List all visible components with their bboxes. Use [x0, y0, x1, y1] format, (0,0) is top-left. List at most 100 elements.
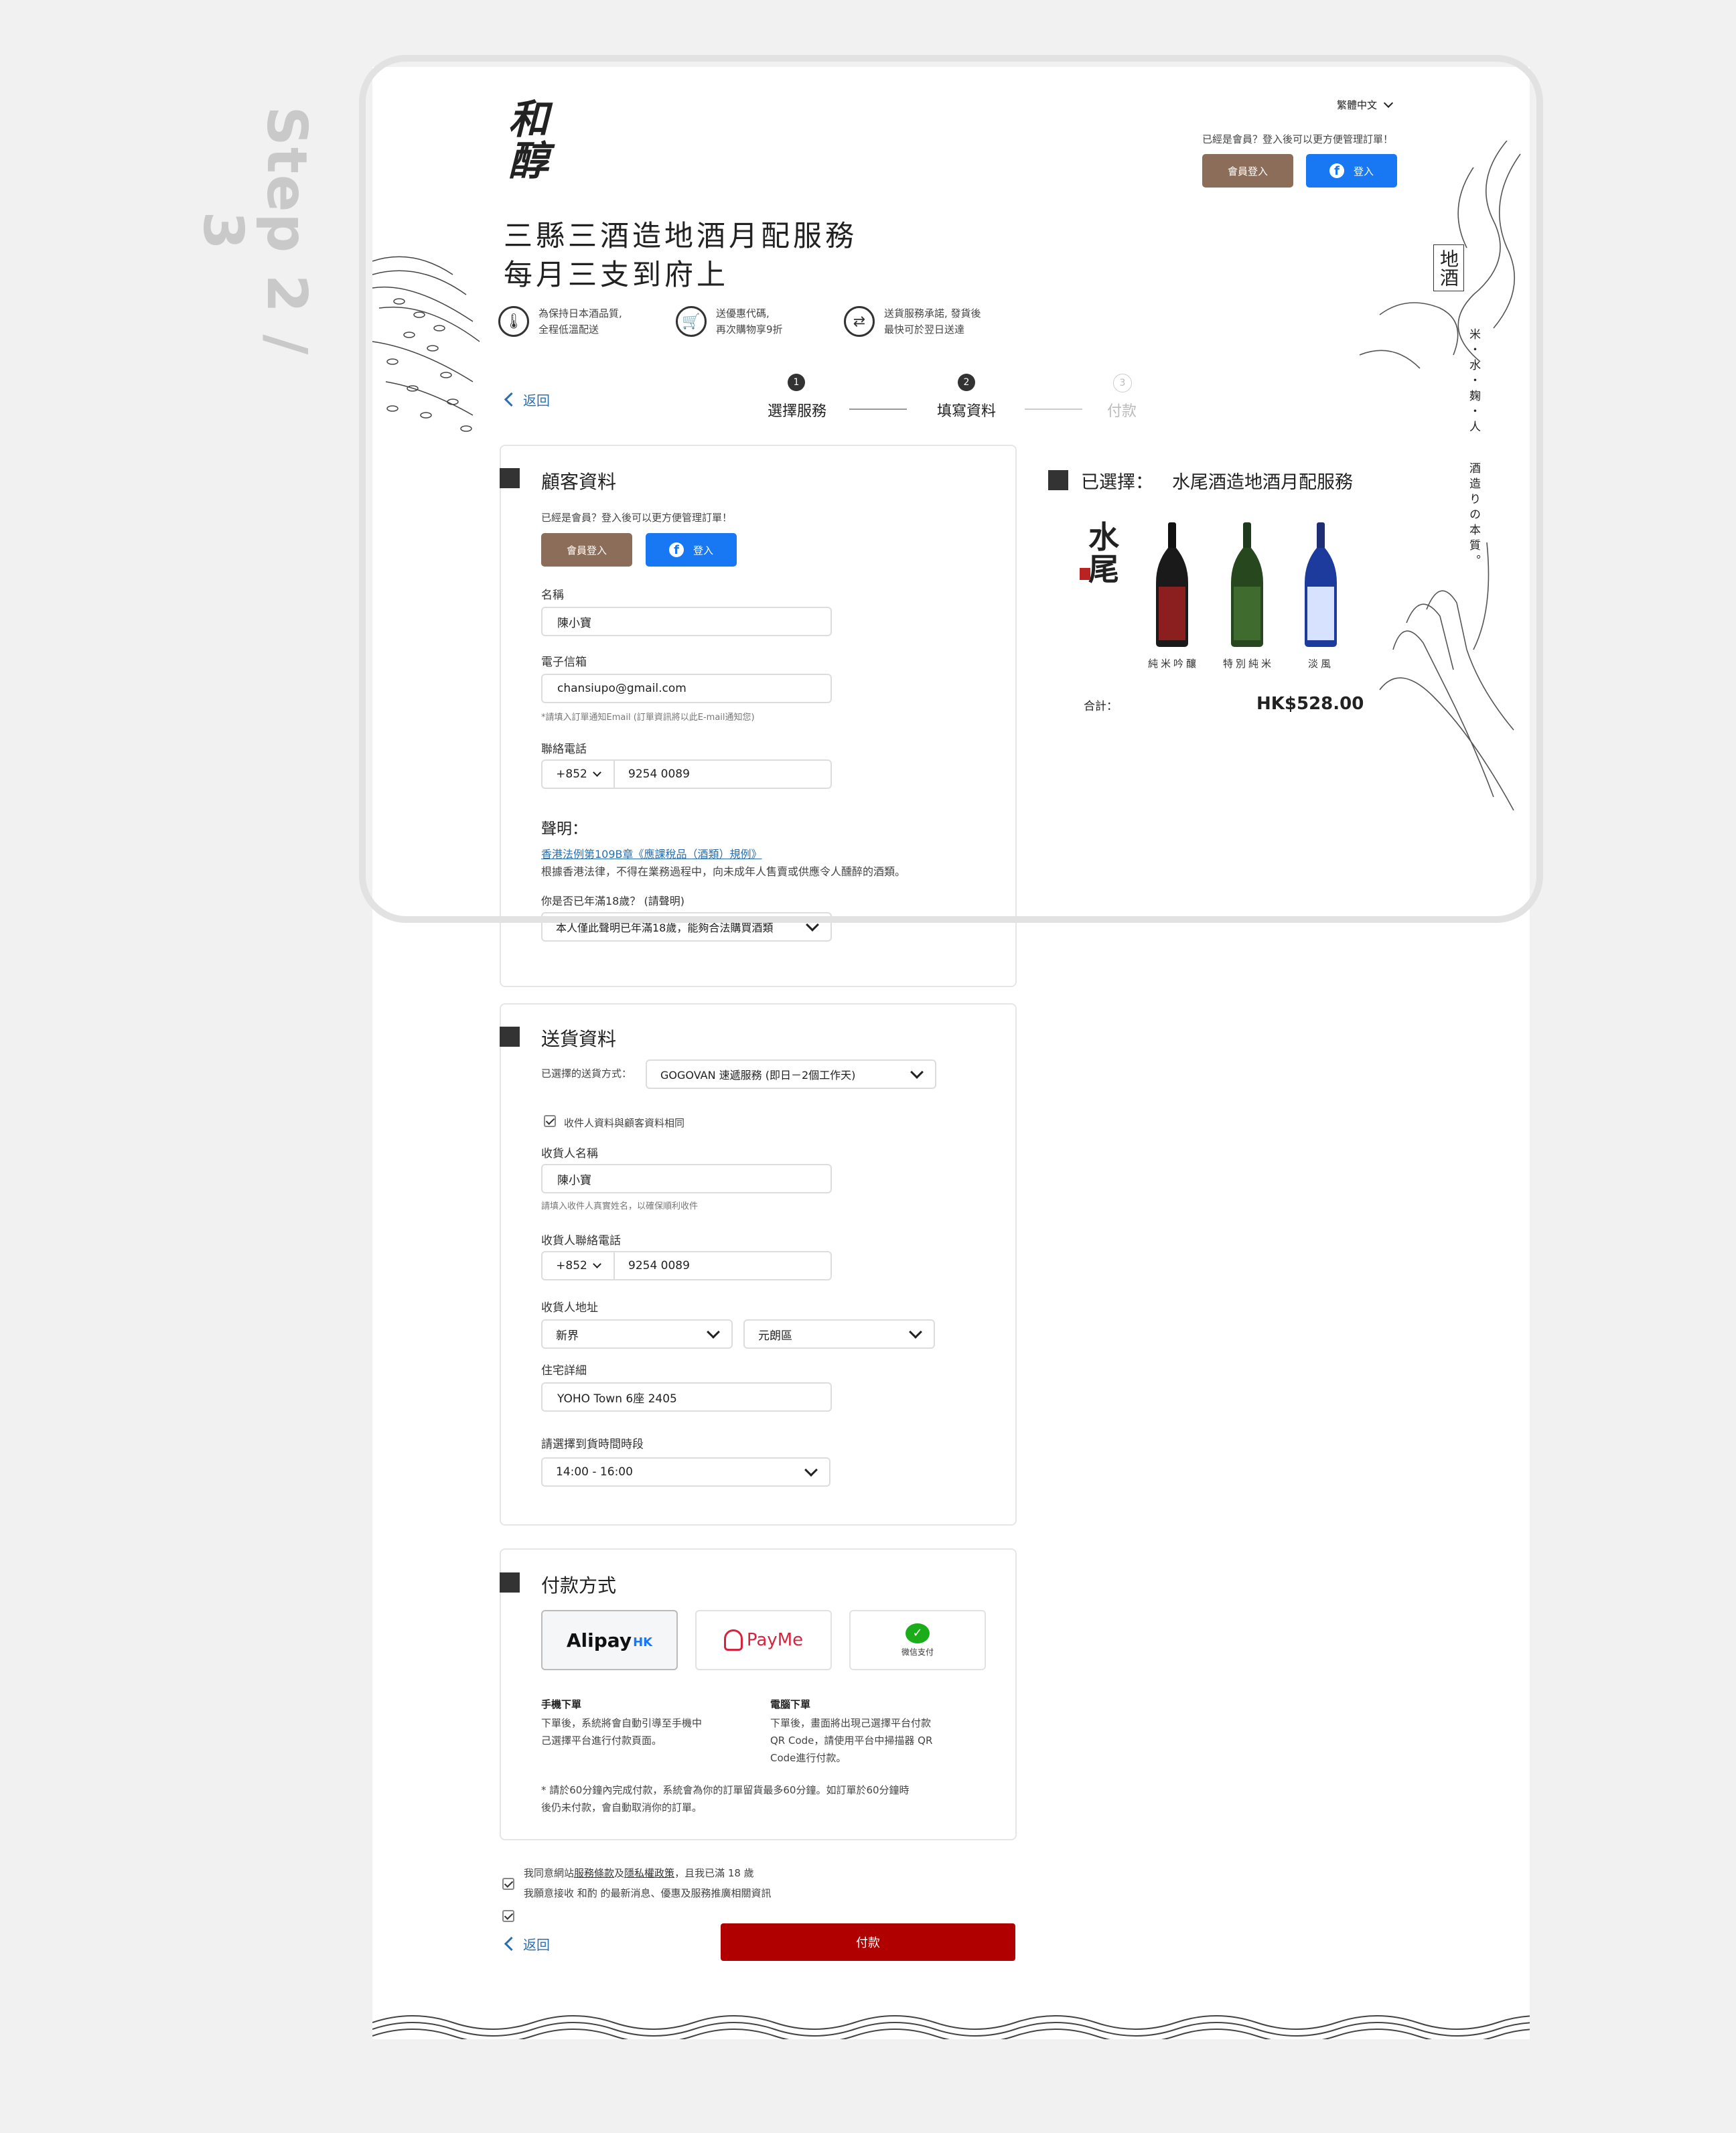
- terms-of-service-link[interactable]: 服務條款: [574, 1867, 614, 1879]
- marketing-checkbox[interactable]: [502, 1910, 514, 1922]
- district-select[interactable]: 元朗區: [743, 1319, 935, 1349]
- feature-item: ⇄ 送貨服務承諾, 發貨後 最快可於翌日送達: [844, 305, 981, 338]
- recipient-phone-label: 收貨人聯絡電話: [541, 1234, 621, 1248]
- selected-plan-name: 水尾酒造地酒月配服務: [1172, 472, 1353, 493]
- back-link-label: 返回: [523, 1937, 550, 1953]
- chevron-down-icon: [806, 918, 819, 932]
- wechat-pay-label: 微信支付: [901, 1647, 934, 1657]
- back-link-bottom[interactable]: 返回: [504, 1934, 550, 1954]
- age-question: 你是否已年滿18歲？ (請聲明): [541, 895, 684, 907]
- wechat-pay-icon: ✓: [906, 1623, 930, 1643]
- selected-label: 已選擇：: [1081, 472, 1153, 493]
- header-facebook-login-button[interactable]: f 登入: [1306, 154, 1397, 188]
- step-number: 3: [1113, 374, 1132, 392]
- feature-item: 🛒 送優惠代碼, 再次購物享9折: [676, 305, 783, 338]
- feature-text: 送優惠代碼,: [716, 307, 770, 319]
- header-member-prompt: 已經是會員？登入後可以更方便管理訂單！: [1202, 133, 1394, 145]
- desktop-order-line: 下單後，畫面將出現己選擇平台付款: [770, 1717, 932, 1729]
- bottle-image: [1305, 522, 1337, 647]
- payment-note: * 請於60分鐘內完成付款，系統會為你的訂單留貨最多60分鐘。如訂單於60分鐘時…: [541, 1781, 910, 1816]
- delivery-method-select[interactable]: GOGOVAN 速遞服務 (即日－2個工作天): [646, 1059, 936, 1089]
- step-number: 1: [788, 374, 805, 391]
- address-detail-input[interactable]: YOHO Town 6座 2405: [541, 1382, 832, 1412]
- alipay-logo-text: Alipay: [566, 1629, 632, 1651]
- region-select[interactable]: 新界: [541, 1319, 733, 1349]
- chevron-down-icon: [592, 767, 601, 777]
- step-label-text: Step 2 / 3: [191, 106, 318, 356]
- delivery-section-title: 送貨資料: [541, 1028, 617, 1050]
- delivery-method-label: 已選擇的送貨方式：: [541, 1068, 632, 1080]
- rice-illustration: [372, 256, 480, 432]
- mobile-order-title: 手機下單: [541, 1698, 582, 1710]
- water-hand-illustration: [1359, 141, 1521, 811]
- phone-input[interactable]: 9254 0089: [615, 767, 690, 781]
- email-label: 電子信箱: [541, 656, 587, 669]
- phone-field: +852 9254 0089: [541, 759, 832, 789]
- desktop-order-text: 下單後，畫面將出現己選擇平台付款 QR Code，請使用平台中掃描器 QR Co…: [770, 1714, 932, 1767]
- payme-option[interactable]: PayMe: [695, 1610, 832, 1670]
- alipay-hk-option[interactable]: Alipay HK: [541, 1610, 678, 1670]
- feature-item: 🌡 為保持日本酒品質, 全程低溫配送: [498, 305, 622, 338]
- cart-icon: 🛒: [676, 306, 707, 337]
- chevron-down-icon: [910, 1065, 924, 1079]
- section-marker: [500, 468, 520, 488]
- phone-label: 聯絡電話: [541, 743, 587, 756]
- wechat-pay-option[interactable]: ✓ 微信支付: [849, 1610, 986, 1670]
- customer-member-prompt: 已經是會員？登入後可以更方便管理訂單！: [541, 512, 733, 524]
- district-value: 元朗區: [758, 1329, 792, 1343]
- step-connector: [849, 409, 907, 410]
- hero-title-line1: 三縣三酒造地酒月配服務: [504, 220, 857, 253]
- country-code-select[interactable]: +852: [542, 761, 615, 788]
- back-link-top[interactable]: 返回: [504, 390, 550, 409]
- mobile-order-line: 下單後，系統將會自動引導至手機中: [541, 1717, 703, 1729]
- language-selector[interactable]: 繁體中文: [1337, 98, 1394, 112]
- address-label: 收貨人地址: [541, 1301, 598, 1315]
- age-declaration-value: 本人僅此聲明已年滿18歲，能夠合法購買酒類: [556, 922, 774, 934]
- country-code-value: +852: [556, 1259, 587, 1272]
- recipient-name-input[interactable]: 陳小寶: [541, 1164, 832, 1193]
- privacy-policy-link[interactable]: 隱私權政策: [624, 1867, 674, 1879]
- declaration-title: 聲明：: [541, 820, 587, 838]
- desktop-order-line: QR Code，請使用平台中掃描器 QR: [770, 1735, 933, 1747]
- total-amount: HK$528.00: [1256, 694, 1364, 714]
- thermometer-icon: 🌡: [498, 306, 529, 337]
- header-member-login-button[interactable]: 會員登入: [1202, 154, 1293, 188]
- payment-note-line: 後仍未付款，會自動取消你的訂單。: [541, 1801, 703, 1814]
- back-link-label: 返回: [523, 392, 550, 409]
- step-label: 選擇服務: [767, 403, 826, 420]
- pay-button[interactable]: 付款: [721, 1923, 1015, 1961]
- feature-text: 再次購物享9折: [716, 323, 783, 336]
- chevron-down-icon: [592, 1259, 601, 1268]
- terms-and: 及: [614, 1867, 625, 1879]
- bottle-name: 純米吟釀: [1147, 658, 1199, 670]
- terms-checkbox[interactable]: [502, 1878, 514, 1890]
- payme-logo-text: PayMe: [746, 1630, 804, 1650]
- customer-facebook-login-button[interactable]: f 登入: [646, 533, 737, 567]
- ordinance-link[interactable]: 香港法例第109B章《應課稅品（酒類）規例》: [541, 845, 762, 861]
- brand-logo: 和醇: [508, 96, 549, 185]
- language-label: 繁體中文: [1337, 99, 1378, 111]
- customer-member-login-button[interactable]: 會員登入: [541, 533, 632, 567]
- delivery-time-select[interactable]: 14:00 - 16:00: [541, 1457, 830, 1487]
- header-fb-login-label: 登入: [1353, 165, 1374, 177]
- email-input[interactable]: chansiupo@gmail.com: [541, 674, 832, 703]
- chevron-left-icon: [504, 1936, 519, 1952]
- step-label: 填寫資料: [936, 403, 996, 420]
- name-label: 名稱: [541, 589, 564, 602]
- chevron-down-icon: [909, 1325, 922, 1339]
- hero-title-line2: 每月三支到府上: [504, 259, 729, 292]
- delivery-method-value: GOGOVAN 速遞服務 (即日－2個工作天): [660, 1069, 856, 1082]
- country-code-value: +852: [556, 767, 587, 781]
- feature-text: 送貨服務承諾, 發貨後: [884, 307, 981, 319]
- mobile-order-text: 下單後，系統將會自動引導至手機中 己選擇平台進行付款頁面。: [541, 1714, 702, 1749]
- chevron-left-icon: [504, 392, 519, 407]
- recipient-phone-input[interactable]: 9254 0089: [615, 1259, 690, 1272]
- step-number: 2: [958, 374, 975, 391]
- name-input[interactable]: 陳小寶: [541, 607, 832, 636]
- customer-fb-login-label: 登入: [693, 544, 713, 557]
- age-declaration-select[interactable]: 本人僅此聲明已年滿18歲，能夠合法購買酒類: [541, 912, 832, 942]
- wave-footer-decoration: [372, 2015, 1530, 2039]
- brand-seal: [1080, 568, 1090, 580]
- recipient-country-code-select[interactable]: +852: [542, 1252, 615, 1279]
- same-as-customer-checkbox[interactable]: [544, 1115, 556, 1127]
